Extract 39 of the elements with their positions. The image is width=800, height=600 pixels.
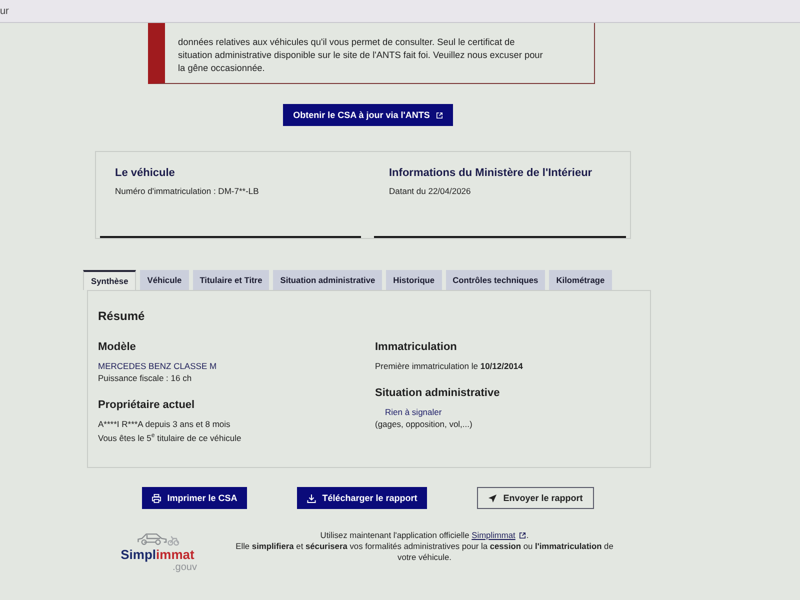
card-title: Informations du Ministère de l'Intérieur — [389, 167, 594, 179]
footer-paragraph: Elle simplifiera et sécurisera vos formalités administratives pour la cession ou l'immatriculation de votre véhicule. — [234, 541, 614, 563]
section-heading: Propriétaire actuel — [98, 398, 196, 412]
detail-text: Première immatriculation le 10/12/2014 — [375, 360, 524, 372]
logo-domain: .gouv — [172, 562, 197, 573]
browser-tab-text[interactable]: ur — [0, 6, 9, 16]
printer-icon — [152, 494, 162, 502]
status-text: Rien à signaler — [384, 406, 443, 418]
tab[interactable]: Historique — [386, 270, 442, 290]
external-link-icon — [519, 532, 526, 539]
detail-text: A****I R***A depuis 3 ans et 8 mois — [98, 418, 232, 430]
simplimmat-link[interactable]: Simplimmat — [472, 530, 526, 541]
send-icon — [488, 494, 498, 502]
card-text: Datant du 22/04/2026 — [389, 186, 472, 196]
download-button[interactable]: Télécharger le rapport — [297, 487, 428, 509]
section-heading: Immatriculation — [375, 340, 458, 354]
footer-paragraph: Utilisez maintenant l'application officielle Simplimmat . — [319, 530, 530, 541]
detail-text: (gages, opposition, vol,...) — [375, 418, 474, 430]
tab[interactable]: Contrôles techniques — [446, 270, 546, 290]
card-text: Numéro d'immatriculation : DM-7**-LB — [115, 186, 260, 196]
tab[interactable]: Titulaire et Titre — [192, 270, 270, 290]
send-button[interactable]: Envoyer le rapport — [477, 487, 594, 509]
alert-text: données relatives aux véhicules qu'il vous permet de consulter. Seul le certificat de situation administrative disponible sur le site de l'ANTS fait foi. Veuillez nous excuser pour la gêne occasionnée. — [178, 36, 544, 75]
detail-text: Vous êtes le 5$^{e}$ titulaire de ce véhicule — [98, 432, 242, 444]
section-heading: Situation administrative — [375, 386, 501, 400]
tab[interactable]: Synthèse — [83, 270, 136, 290]
tab[interactable]: Situation administrative — [273, 270, 382, 290]
logo-wordmark: Simplimmat — [120, 547, 194, 562]
detail-text: Puissance fiscale : 16 ch — [98, 372, 193, 384]
summary-title: Résumé — [98, 309, 146, 323]
section-heading: Modèle — [98, 340, 137, 354]
model-text: MERCEDES BENZ CLASSE M — [98, 360, 218, 372]
tab[interactable]: Kilométrage — [549, 270, 612, 290]
ants-csa-button[interactable]: Obtenir le CSA à jour via l'ANTS — [283, 104, 453, 126]
tab[interactable]: Véhicule — [140, 270, 189, 290]
print-button[interactable]: Imprimer le CSA — [142, 487, 248, 509]
external-link-icon — [436, 112, 443, 118]
card-title: Le véhicule — [115, 167, 176, 179]
download-icon — [307, 494, 316, 502]
